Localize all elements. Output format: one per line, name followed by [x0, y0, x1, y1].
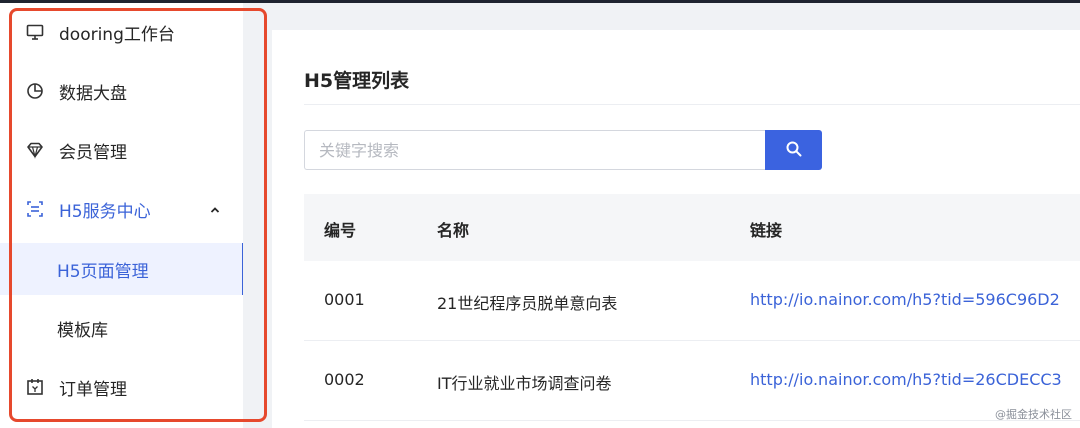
- cell-link[interactable]: http://io.nainor.com/h5?tid=26CDECC3: [750, 370, 1062, 389]
- sidebar-item-h5-service-center[interactable]: H5服务中心: [0, 183, 243, 235]
- table-header: 编号 名称 链接: [304, 194, 1080, 261]
- column-header-link: 链接: [750, 221, 783, 240]
- table-row: 0002 IT行业就业市场调查问卷 http://io.nainor.com/h…: [304, 341, 1080, 421]
- column-header-id: 编号: [324, 221, 357, 240]
- sidebar-item-label: 模板库: [57, 320, 108, 341]
- page-title: H5管理列表: [304, 70, 410, 92]
- sidebar-item-data-dashboard[interactable]: 数据大盘: [0, 65, 243, 117]
- table-row: 0001 21世纪程序员脱单意向表 http://io.nainor.com/h…: [304, 261, 1080, 341]
- cell-id: 0001: [324, 290, 365, 309]
- scan-icon: [24, 198, 46, 220]
- search-input[interactable]: [304, 130, 766, 170]
- search-button[interactable]: [765, 130, 822, 170]
- cell-name: 21世纪程序员脱单意向表: [437, 294, 618, 313]
- cell-name: IT行业就业市场调查问卷: [437, 374, 612, 393]
- sidebar-item-member-management[interactable]: 会员管理: [0, 124, 243, 176]
- calendar-icon: [24, 376, 46, 398]
- sidebar-item-dooring-workbench[interactable]: dooring工作台: [0, 6, 243, 58]
- divider: [304, 104, 1080, 105]
- watermark: @掘金技术社区: [995, 408, 1072, 421]
- main-panel: H5管理列表 编号 名称 链接 0001 21世纪程序员脱单意向表 http:/…: [272, 30, 1080, 428]
- cell-id: 0002: [324, 370, 365, 389]
- sidebar-item-order-management[interactable]: 订单管理: [0, 361, 243, 413]
- pie-chart-icon: [24, 80, 46, 102]
- sidebar-item-label: 订单管理: [59, 379, 127, 400]
- sidebar-item-template-library[interactable]: 模板库: [0, 302, 243, 354]
- sidebar-item-label: H5服务中心: [59, 201, 151, 222]
- sidebar-item-h5-page-management[interactable]: H5页面管理: [0, 243, 246, 295]
- monitor-icon: [24, 21, 46, 43]
- chevron-up-icon[interactable]: [209, 201, 221, 221]
- cell-link[interactable]: http://io.nainor.com/h5?tid=596C96D2: [750, 290, 1060, 309]
- sidebar-item-label: 会员管理: [59, 142, 127, 163]
- search-icon: [785, 140, 803, 161]
- sidebar-item-label: H5页面管理: [57, 261, 149, 282]
- sidebar-item-label: 数据大盘: [59, 83, 127, 104]
- sidebar-item-label: dooring工作台: [59, 24, 175, 45]
- diamond-icon: [24, 139, 46, 161]
- sidebar-gutter: [243, 3, 264, 428]
- column-header-name: 名称: [437, 221, 470, 240]
- sidebar: dooring工作台 数据大盘 会员管理 H5服务中心 H5页面管理 模板库 订…: [0, 3, 246, 428]
